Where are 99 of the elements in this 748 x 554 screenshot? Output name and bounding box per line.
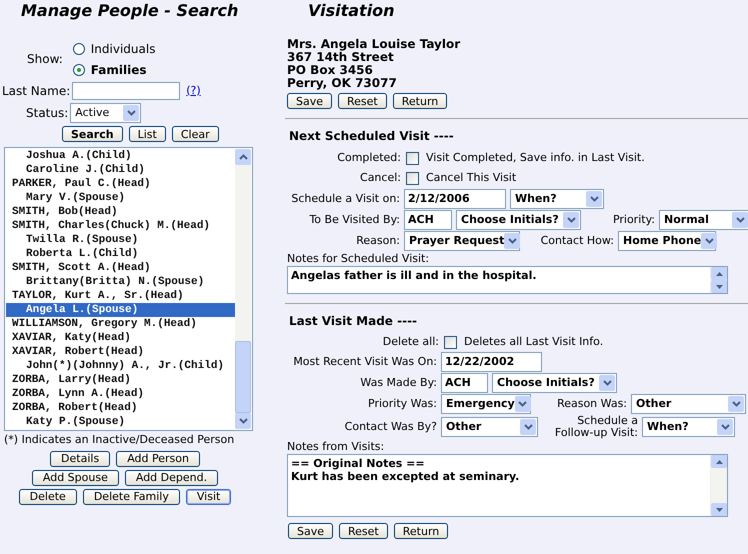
contact-dropdown[interactable]: Other (441, 417, 538, 437)
field-label: Cancel: (359, 170, 401, 186)
date-field[interactable]: 12/22/2002 (441, 352, 542, 372)
person-list-item[interactable]: TAYLOR, Kurt A., Sr.(Head) (6, 289, 235, 303)
people-list[interactable] (4, 147, 253, 431)
field-label: Reason: (355, 232, 400, 249)
field-label: Completed: (336, 150, 401, 166)
form-button[interactable]: Add Spouse (32, 470, 119, 486)
field-label: Show: (27, 51, 63, 68)
form-button[interactable]: Save (288, 523, 334, 539)
field-label: Contact Was By? (344, 418, 437, 435)
priority-dropdown[interactable]: Normal (659, 210, 748, 230)
checkbox[interactable] (406, 172, 419, 185)
field-label: Schedule a Visit on: (290, 190, 400, 207)
status-dropdown[interactable]: Active (70, 103, 142, 123)
scrollbar[interactable] (235, 149, 251, 429)
person-list-item[interactable]: XAVIAR, Katy(Head) (6, 331, 235, 345)
person-list-item[interactable]: Roberta L.(Child) (6, 247, 235, 261)
initials-dropdown[interactable]: Choose Initials? (492, 373, 617, 393)
person-list-item[interactable]: ZORBA, Larry(Head) (6, 373, 235, 387)
person-list-item[interactable]: John(*)(Johnny) A., Jr.(Child) (6, 359, 235, 373)
legend-text: (*) Indicates an Inactive/Deceased Person (3, 432, 236, 448)
form-button[interactable]: Reset (338, 93, 387, 109)
scrollbar[interactable] (710, 267, 727, 293)
field-label: Was Made By: (359, 374, 437, 391)
person-list-item[interactable]: Katy P.(Spouse) (6, 415, 235, 429)
form-button[interactable]: Delete Family (82, 488, 180, 504)
notes-field[interactable]: == Original Notes == Kurt has been excepted at seminary. (287, 454, 728, 517)
field-label: Priority Was: (367, 396, 437, 412)
field-label: Contact How: (540, 232, 614, 249)
form-button[interactable]: Delete (18, 488, 77, 504)
field-label: Last Name: (2, 83, 70, 100)
date-field[interactable]: 2/12/2006 (404, 189, 506, 209)
field-label: Schedule a Follow-up Visit: (554, 415, 638, 439)
up-arrow-icon[interactable] (716, 460, 722, 464)
person-list-item[interactable]: PARKER, Paul C.(Head) (6, 177, 235, 191)
person-list-item[interactable]: ZORBA, Robert(Head) (6, 401, 235, 415)
checkbox-label: Deletes all Last Visit Info. (464, 334, 604, 350)
form-button[interactable]: Return (392, 93, 448, 109)
when-dropdown[interactable]: When? (510, 189, 604, 209)
notes-field[interactable]: Angelas father is ill and in the hospital. (287, 266, 728, 294)
checkbox-label: Visit Completed, Save info. in Last Visit. (426, 150, 645, 166)
person-list-item[interactable]: SMITH, Charles(Chuck) M.(Head) (6, 219, 235, 233)
contact-dropdown[interactable]: Home Phone (618, 231, 716, 251)
section-heading: Last Visit Made ---- (288, 313, 418, 330)
person-list-item[interactable]: Angela L.(Spouse) (6, 303, 235, 317)
person-list-item[interactable]: Mary V.(Spouse) (6, 191, 235, 205)
person-list-item[interactable]: WILLIAMSON, Gregory M.(Head) (6, 317, 235, 331)
person-list-item[interactable]: Twilla R.(Spouse) (6, 233, 235, 247)
form-button[interactable]: Reset (339, 523, 388, 539)
address-line: Mrs. Angela Louise Taylor (287, 38, 462, 51)
radio-option[interactable]: Families (72, 61, 156, 79)
down-arrow-icon[interactable] (716, 508, 722, 512)
reason-dropdown[interactable]: Prayer Request (404, 231, 520, 251)
section-heading: Next Scheduled Visit ---- (288, 128, 455, 145)
down-arrow-icon[interactable] (716, 284, 722, 288)
field-label: Reason Was: (556, 396, 627, 412)
field-label: Priority: (612, 212, 655, 228)
initials-dropdown[interactable]: Choose Initials? (456, 210, 581, 230)
field-label: Notes for Scheduled Visit: (287, 252, 430, 265)
up-arrow-icon[interactable] (716, 272, 722, 276)
field-label: Most Recent Visit Was On: (292, 354, 437, 370)
page-title: Manage People - Search (20, 0, 240, 20)
priority-dropdown[interactable]: Emergency (441, 394, 531, 414)
scrollbar[interactable] (710, 455, 727, 516)
address-line: Perry, OK 73077 (287, 77, 398, 90)
checkbox[interactable] (406, 152, 419, 165)
initials-field[interactable]: ACH (404, 210, 452, 230)
form-button[interactable]: Search (62, 126, 123, 142)
when-dropdown[interactable]: When? (642, 417, 735, 437)
form-button[interactable]: Save (287, 93, 332, 109)
person-list-item[interactable]: Brittany(Britta) N.(Spouse) (6, 275, 235, 289)
person-list-item[interactable]: ZORBA, Lynn A.(Head) (6, 387, 235, 401)
last-name-field[interactable] (72, 82, 180, 100)
help-link[interactable]: (?) (186, 82, 201, 100)
form-button[interactable]: Visit (186, 488, 232, 504)
form-button[interactable]: Details (50, 450, 110, 466)
field-label: Notes from Visits: (287, 440, 386, 453)
field-label: Delete all: (382, 334, 439, 350)
person-list-item[interactable]: XAVIAR, Robert(Head) (6, 345, 235, 359)
address-line: PO Box 3456 (287, 64, 374, 77)
page-title: Visitation (307, 0, 396, 20)
form-button[interactable]: Return (394, 523, 448, 539)
form-button[interactable]: List (128, 126, 166, 142)
checkbox[interactable] (444, 336, 457, 348)
person-list-item[interactable]: SMITH, Scott A.(Head) (6, 261, 235, 275)
person-list-item[interactable]: SMITH, Bob(Head) (6, 205, 235, 219)
initials-field[interactable]: ACH (441, 373, 488, 393)
field-label: Status: (26, 105, 68, 122)
address-line: 367 14th Street (287, 51, 395, 64)
form-button[interactable]: Add Person (116, 450, 200, 466)
person-list-item[interactable]: Caroline J.(Child) (6, 163, 235, 177)
person-list-item[interactable]: Joshua A.(Child) (6, 149, 235, 163)
field-label: To Be Visited By: (308, 212, 400, 228)
form-button[interactable]: Add Depend. (124, 470, 218, 486)
radio-option[interactable]: Individuals (72, 40, 156, 58)
checkbox-label: Cancel This Visit (426, 170, 516, 186)
reason-dropdown[interactable]: Other (631, 394, 746, 414)
form-button[interactable]: Clear (172, 126, 219, 142)
